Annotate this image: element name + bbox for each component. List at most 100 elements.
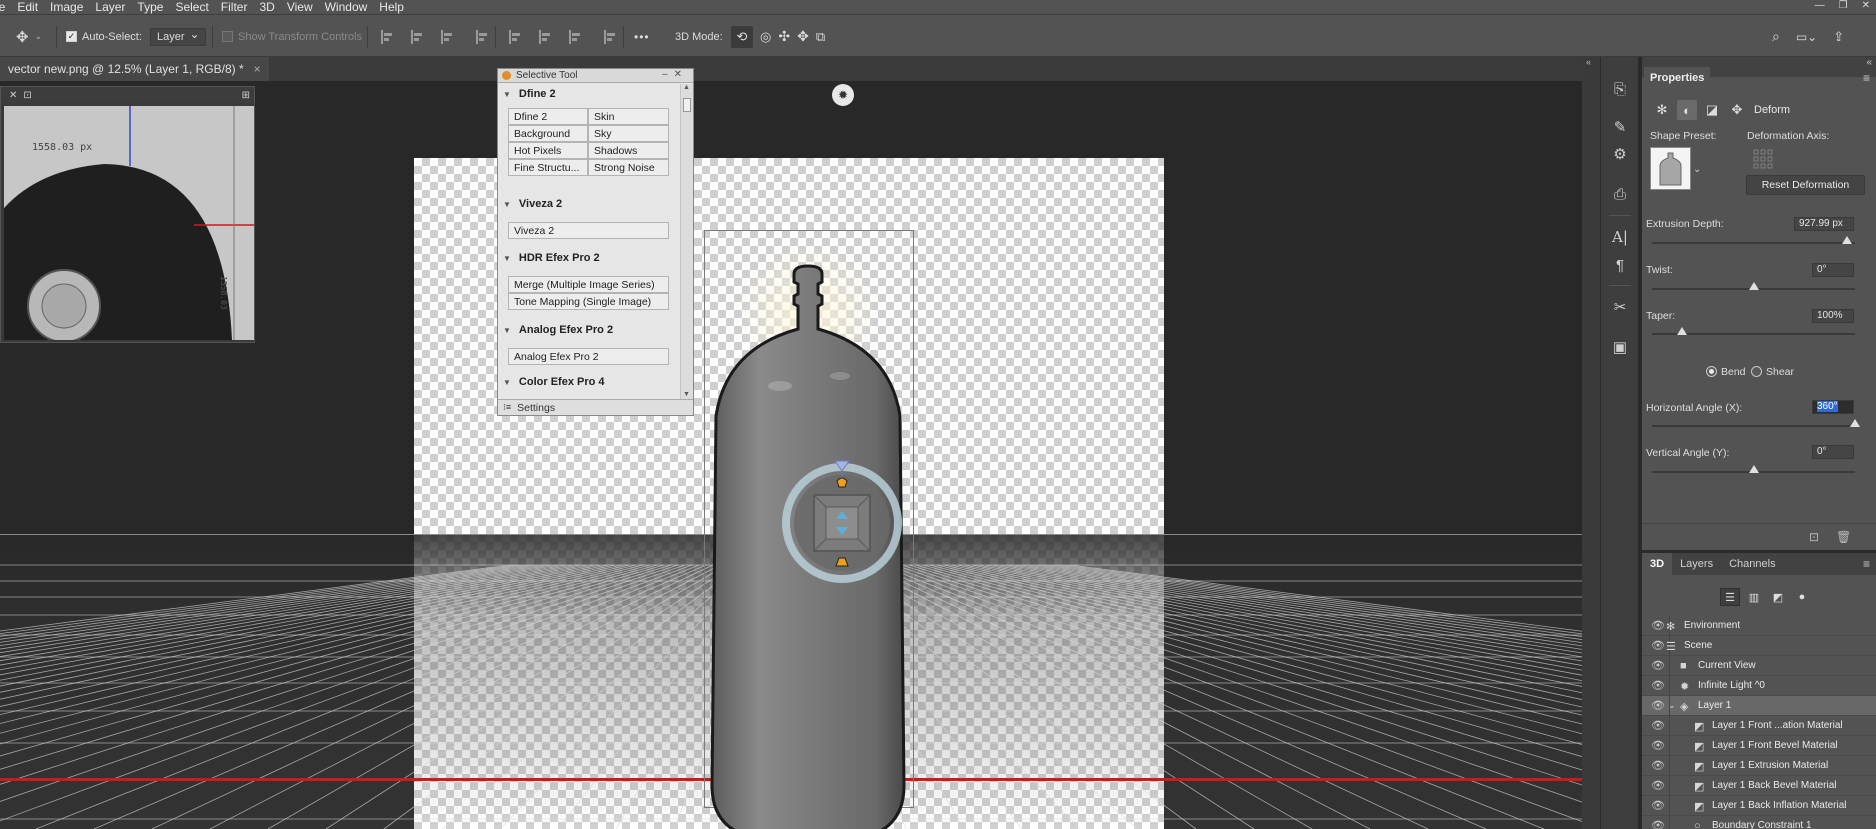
- section-hdr-efex-header[interactable]: ▼ HDR Efex Pro 2: [501, 249, 677, 267]
- libraries-icon[interactable]: ▣: [1610, 337, 1630, 357]
- collapse-arrows-icon[interactable]: «: [1586, 57, 1591, 67]
- distribute-h-icon[interactable]: [476, 29, 488, 44]
- scroll-down-icon[interactable]: ▼: [683, 391, 690, 398]
- align-top-icon[interactable]: [509, 29, 521, 44]
- close-window-icon[interactable]: ✕: [1862, 0, 1870, 14]
- visibility-eye-icon[interactable]: 👁: [1651, 699, 1665, 712]
- close-tab-icon[interactable]: ×: [254, 62, 261, 76]
- menu-view[interactable]: View: [281, 0, 319, 14]
- visibility-eye-icon[interactable]: 👁: [1651, 799, 1665, 812]
- analog-efex-button[interactable]: Analog Efex Pro 2: [508, 348, 669, 365]
- distribute-v-icon[interactable]: [604, 29, 616, 44]
- visibility-eye-icon[interactable]: 👁: [1651, 679, 1665, 692]
- extrusion-depth-slider[interactable]: [1652, 236, 1855, 244]
- visibility-eye-icon[interactable]: 👁: [1651, 619, 1665, 632]
- section-viveza-header[interactable]: ▼ Viveza 2: [501, 195, 677, 213]
- taper-field[interactable]: 100%: [1812, 309, 1854, 323]
- paragraph-icon[interactable]: ¶: [1610, 255, 1630, 275]
- meshes-filter-icon[interactable]: ▥: [1744, 588, 1764, 606]
- selective-tool-titlebar[interactable]: Selective Tool –✕: [498, 69, 693, 83]
- selective-window-controls[interactable]: –✕: [662, 69, 688, 80]
- shear-radio[interactable]: [1751, 366, 1762, 377]
- extrusion-depth-field[interactable]: 927.99 px: [1794, 217, 1854, 231]
- skin-button[interactable]: Skin: [588, 108, 669, 125]
- deform-mode-icon[interactable]: ◐: [1677, 100, 1697, 120]
- selective-settings-bar[interactable]: ⁝≡ Settings: [498, 399, 693, 415]
- 3d-transform-widget[interactable]: [777, 453, 907, 583]
- scene-item[interactable]: 👁 ◩ Layer 1 Back Bevel Material: [1642, 776, 1876, 796]
- visibility-eye-icon[interactable]: 👁: [1651, 739, 1665, 752]
- slider-knob[interactable]: [1677, 327, 1688, 335]
- slider-knob[interactable]: [1841, 236, 1852, 244]
- hot-pixels-button[interactable]: Hot Pixels: [508, 142, 588, 159]
- orbit-icon[interactable]: ⟲: [731, 25, 753, 48]
- coordinates-mode-icon[interactable]: ✥: [1727, 100, 1747, 120]
- preset-dropdown-icon[interactable]: ⌄: [1693, 164, 1701, 175]
- viveza2-button[interactable]: Viveza 2: [508, 222, 669, 239]
- scene-item[interactable]: 👁 ✹ Infinite Light ^0: [1642, 676, 1876, 696]
- tab-layers[interactable]: Layers: [1672, 553, 1721, 575]
- align-middle-v-icon[interactable]: [539, 29, 551, 44]
- visibility-eye-icon[interactable]: 👁: [1651, 659, 1665, 672]
- menu-3d[interactable]: 3D: [253, 0, 280, 14]
- background-button[interactable]: Background: [508, 125, 588, 142]
- align-center-h-icon[interactable]: [411, 29, 423, 44]
- share-icon[interactable]: ⇪: [1833, 29, 1844, 45]
- twist-field[interactable]: 0°: [1812, 263, 1854, 277]
- scene-item[interactable]: 👁 ◩ Layer 1 Front Bevel Material: [1642, 736, 1876, 756]
- scene-item[interactable]: 👁 ◩ Layer 1 Front ...ation Material: [1642, 716, 1876, 736]
- canvas-area[interactable]: ✹ ✕ ⊡ ⊞ 1558.03 px 1558.03: [0, 81, 1600, 829]
- merge-images-button[interactable]: Merge (Multiple Image Series): [508, 276, 669, 293]
- taper-slider[interactable]: [1652, 327, 1855, 335]
- deformation-axis-grid[interactable]: [1753, 149, 1773, 169]
- horizontal-angle-slider[interactable]: [1652, 419, 1860, 427]
- clone-source-icon[interactable]: ⎙: [1610, 184, 1630, 204]
- scale-icon[interactable]: ⧉: [816, 29, 825, 45]
- lights-filter-icon[interactable]: ●: [1792, 588, 1812, 606]
- scene-item[interactable]: 👁 ○ Boundary Constraint 1: [1642, 816, 1876, 829]
- menu-file[interactable]: le: [0, 0, 11, 14]
- close-preview-icon[interactable]: ✕: [9, 90, 17, 101]
- visibility-eye-icon[interactable]: 👁: [1651, 819, 1665, 829]
- scene-item[interactable]: 👁 ■ Current View: [1642, 656, 1876, 676]
- menu-type[interactable]: Type: [131, 0, 169, 14]
- preview-view[interactable]: 1558.03 px 1558.03: [4, 106, 254, 340]
- slider-knob[interactable]: [1748, 282, 1759, 290]
- document-tab[interactable]: vector new.png @ 12.5% (Layer 1, RGB/8) …: [0, 57, 269, 81]
- menu-window[interactable]: Window: [319, 0, 374, 14]
- slide-icon[interactable]: ✥: [797, 28, 809, 45]
- vertical-angle-field[interactable]: 0°: [1812, 445, 1854, 459]
- brush-icon[interactable]: ✎: [1610, 117, 1630, 137]
- slider-knob[interactable]: [1748, 465, 1759, 473]
- sky-button[interactable]: Sky: [588, 125, 669, 142]
- menu-filter[interactable]: Filter: [215, 0, 254, 14]
- adjustments-icon[interactable]: ⚙: [1610, 144, 1630, 164]
- dfine2-button[interactable]: Dfine 2: [508, 108, 588, 125]
- menu-select[interactable]: Select: [169, 0, 214, 14]
- more-options-button[interactable]: •••: [634, 15, 650, 58]
- bend-radio[interactable]: [1706, 366, 1717, 377]
- show-transform-checkbox[interactable]: Show Transform Controls: [222, 15, 362, 58]
- menu-image[interactable]: Image: [44, 0, 89, 14]
- trash-icon[interactable]: 🗑: [1836, 530, 1851, 544]
- cap-mode-icon[interactable]: ◪: [1702, 100, 1722, 120]
- history-icon[interactable]: ⎘: [1610, 79, 1630, 99]
- vertical-angle-slider[interactable]: [1652, 465, 1855, 473]
- export-preview-icon[interactable]: ⊡: [23, 90, 31, 101]
- pan-icon[interactable]: ✣: [778, 28, 790, 45]
- menu-layer[interactable]: Layer: [89, 0, 131, 14]
- minimize-icon[interactable]: —: [1815, 0, 1825, 14]
- menu-help[interactable]: Help: [373, 0, 410, 14]
- scene-item[interactable]: 👁 ◩ Layer 1 Back Inflation Material: [1642, 796, 1876, 816]
- shape-preset-thumbnail[interactable]: [1650, 147, 1691, 190]
- materials-filter-icon[interactable]: ◩: [1768, 588, 1788, 606]
- mesh-mode-icon[interactable]: ✻: [1652, 100, 1672, 120]
- shadows-button[interactable]: Shadows: [588, 142, 669, 159]
- visibility-eye-icon[interactable]: 👁: [1651, 639, 1665, 652]
- horizontal-angle-field[interactable]: 360°: [1812, 400, 1854, 414]
- scene-item[interactable]: ⌄ 👁 ◈ Layer 1: [1642, 696, 1876, 716]
- light-source-icon[interactable]: ✹: [832, 84, 854, 106]
- section-analog-efex-header[interactable]: ▼ Analog Efex Pro 2: [501, 321, 677, 339]
- scene-item[interactable]: 👁 ☰ Scene: [1642, 636, 1876, 656]
- render-icon[interactable]: ⊡: [1809, 530, 1819, 544]
